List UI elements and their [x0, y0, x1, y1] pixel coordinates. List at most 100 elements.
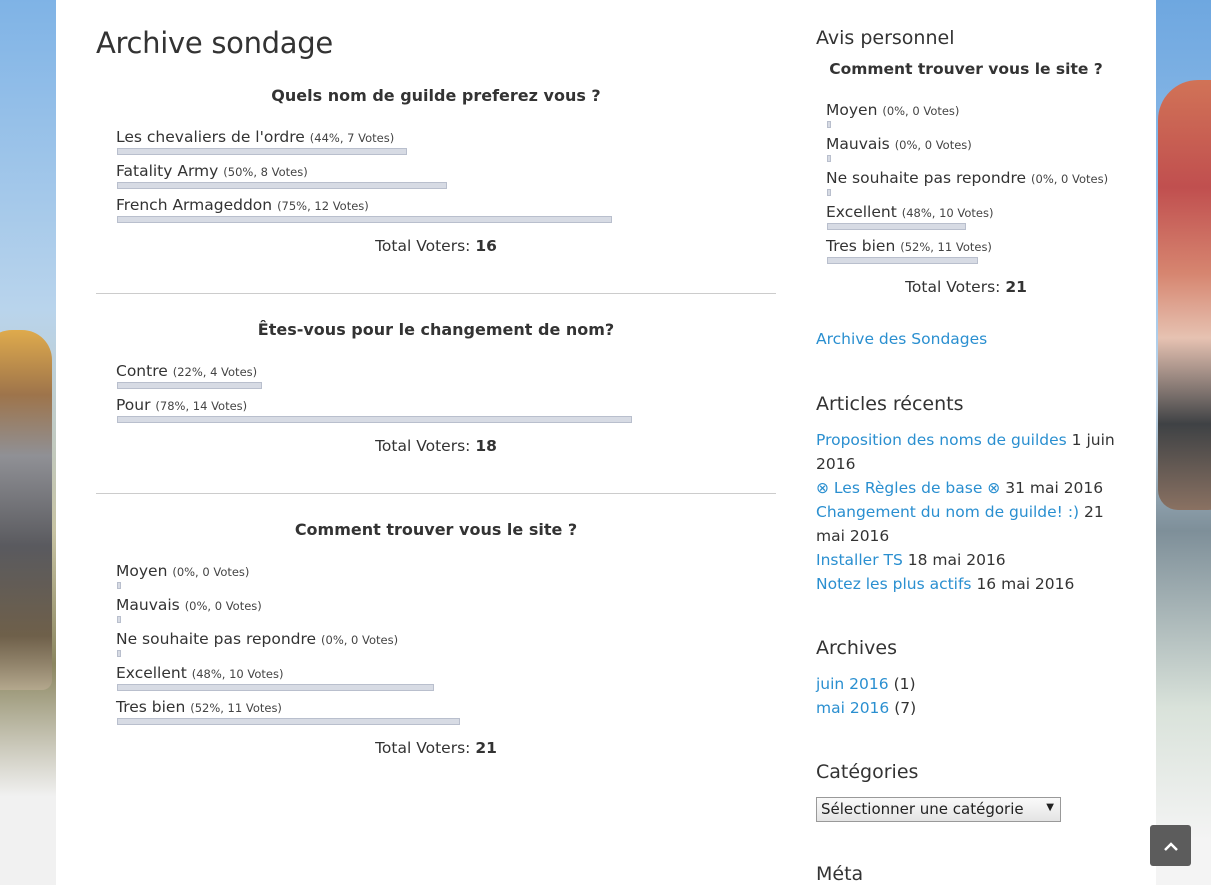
- total-label: Total Voters:: [905, 278, 1006, 296]
- scroll-to-top-button[interactable]: [1150, 825, 1191, 866]
- total-count: 21: [475, 739, 497, 757]
- total-voters: Total Voters: 21: [96, 739, 776, 757]
- poll-answers: Moyen (0%, 0 Votes) Mauvais (0%, 0 Votes…: [116, 561, 776, 731]
- poll-answer: French Armageddon (75%, 12 Votes): [116, 195, 776, 229]
- list-item: Installer TS 18 mai 2016: [816, 548, 1116, 572]
- poll-question: Quels nom de guilde preferez vous ?: [271, 86, 601, 105]
- answer-bar: [827, 257, 978, 264]
- triangle-down-icon: ▼: [1046, 802, 1054, 813]
- answer-label: Excellent: [826, 203, 897, 221]
- list-item: Proposition des noms de guildes 1 juin 2…: [816, 428, 1116, 476]
- total-voters: Total Voters: 18: [96, 437, 776, 455]
- answer-stat: (52%, 11 Votes): [900, 240, 992, 254]
- answer-label: Contre: [116, 362, 168, 380]
- page-container: Archive sondage Quels nom de guilde pref…: [56, 0, 1156, 885]
- answer-label: Ne souhaite pas repondre: [826, 169, 1027, 187]
- archive-polls-link[interactable]: Archive des Sondages: [816, 330, 987, 348]
- recent-post-link[interactable]: Notez les plus actifs: [816, 575, 972, 593]
- answer-stat: (48%, 10 Votes): [901, 206, 994, 220]
- answer-label: Moyen: [826, 101, 878, 119]
- recent-post-link[interactable]: ⊗ Les Règles de base ⊗: [816, 479, 1000, 497]
- answer-bar: [117, 582, 121, 589]
- divider: [96, 293, 776, 294]
- answer-bar: [117, 216, 612, 223]
- page-title: Archive sondage: [96, 26, 333, 60]
- recent-post-link[interactable]: Installer TS: [816, 551, 903, 569]
- poll-answer: Ne souhaite pas repondre (0%, 0 Votes): [826, 168, 1116, 202]
- answer-bar: [117, 182, 447, 189]
- total-count: 16: [475, 237, 497, 255]
- answer-bar: [117, 616, 121, 623]
- answer-label: Mauvais: [826, 135, 890, 153]
- answer-label: Fatality Army: [116, 162, 219, 180]
- background-art-right: [1156, 0, 1211, 885]
- category-select[interactable]: Sélectionner une catégorie ▼: [816, 797, 1061, 822]
- poll-answers: Moyen (0%, 0 Votes) Mauvais (0%, 0 Votes…: [826, 100, 1116, 270]
- widget-title-avis: Avis personnel: [816, 27, 955, 49]
- poll-1: Quels nom de guilde preferez vous ? Les …: [96, 86, 776, 255]
- widget-title-categories: Catégories: [816, 761, 919, 783]
- answer-stat: (75%, 12 Votes): [277, 199, 369, 213]
- answer-bar: [117, 416, 632, 423]
- poll-answer: Excellent (48%, 10 Votes): [116, 663, 776, 697]
- poll-answers: Contre (22%, 4 Votes) Pour (78%, 14 Vote…: [116, 361, 776, 429]
- answer-bar: [827, 121, 831, 128]
- list-item: Changement du nom de guilde! :) 21 mai 2…: [816, 500, 1116, 548]
- answer-stat: (0%, 0 Votes): [882, 104, 960, 118]
- total-count: 18: [475, 437, 497, 455]
- chevron-up-icon: [1163, 841, 1178, 851]
- select-value: Sélectionner une catégorie: [821, 800, 1024, 818]
- answer-bar: [827, 223, 967, 230]
- poll-question: Comment trouver vous le site ?: [829, 60, 1103, 78]
- recent-post-link[interactable]: Changement du nom de guilde! :): [816, 503, 1079, 521]
- answer-label: Tres bien: [116, 698, 186, 716]
- post-date: 18 mai 2016: [902, 551, 1006, 569]
- total-voters: Total Voters: 21: [816, 278, 1116, 296]
- poll-answer: Contre (22%, 4 Votes): [116, 361, 776, 395]
- answer-stat: (22%, 4 Votes): [172, 365, 258, 379]
- answer-stat: (78%, 14 Votes): [155, 399, 248, 413]
- list-item: juin 2016 (1): [816, 672, 916, 696]
- total-label: Total Voters:: [375, 237, 476, 255]
- poll-answer: Moyen (0%, 0 Votes): [116, 561, 776, 595]
- sidebar-poll: Comment trouver vous le site ? Moyen (0%…: [816, 60, 1116, 296]
- widget-title-recent: Articles récents: [816, 393, 964, 415]
- answer-stat: (0%, 0 Votes): [1031, 172, 1109, 186]
- background-art-left: [0, 0, 56, 885]
- poll-answer: Excellent (48%, 10 Votes): [826, 202, 1116, 236]
- widget-title-meta: Méta: [816, 863, 864, 885]
- archive-month-link[interactable]: mai 2016: [816, 699, 889, 717]
- answer-bar: [117, 718, 461, 725]
- poll-question: Êtes-vous pour le changement de nom?: [257, 320, 615, 339]
- answer-label: Ne souhaite pas repondre: [116, 630, 317, 648]
- total-label: Total Voters:: [375, 437, 476, 455]
- archive-month-link[interactable]: juin 2016: [816, 675, 889, 693]
- answer-bar: [827, 155, 831, 162]
- post-date: 31 mai 2016: [1000, 479, 1104, 497]
- recent-posts-list: Proposition des noms de guildes 1 juin 2…: [816, 428, 1116, 596]
- answer-stat: (52%, 11 Votes): [190, 701, 282, 715]
- poll-answer: Ne souhaite pas repondre (0%, 0 Votes): [116, 629, 776, 663]
- answer-label: Tres bien: [826, 237, 896, 255]
- poll-answers: Les chevaliers de l'ordre (44%, 7 Votes)…: [116, 127, 776, 229]
- answer-label: Mauvais: [116, 596, 180, 614]
- list-item: ⊗ Les Règles de base ⊗ 31 mai 2016: [816, 476, 1116, 500]
- post-date: 16 mai 2016: [971, 575, 1075, 593]
- poll-answer: Moyen (0%, 0 Votes): [826, 100, 1116, 134]
- answer-stat: (48%, 10 Votes): [191, 667, 284, 681]
- archives-list: juin 2016 (1) mai 2016 (7): [816, 672, 916, 720]
- poll-answer: Pour (78%, 14 Votes): [116, 395, 776, 429]
- divider: [96, 493, 776, 494]
- poll-answer: Tres bien (52%, 11 Votes): [116, 697, 776, 731]
- recent-post-link[interactable]: Proposition des noms de guildes: [816, 431, 1067, 449]
- answer-label: Pour: [116, 396, 151, 414]
- answer-label: Moyen: [116, 562, 168, 580]
- answer-bar: [117, 382, 263, 389]
- answer-bar: [117, 650, 121, 657]
- answer-stat: (0%, 0 Votes): [321, 633, 399, 647]
- answer-stat: (0%, 0 Votes): [184, 599, 262, 613]
- answer-label: Excellent: [116, 664, 187, 682]
- list-item: mai 2016 (7): [816, 696, 916, 720]
- answer-stat: (50%, 8 Votes): [223, 165, 308, 179]
- answer-bar: [827, 189, 831, 196]
